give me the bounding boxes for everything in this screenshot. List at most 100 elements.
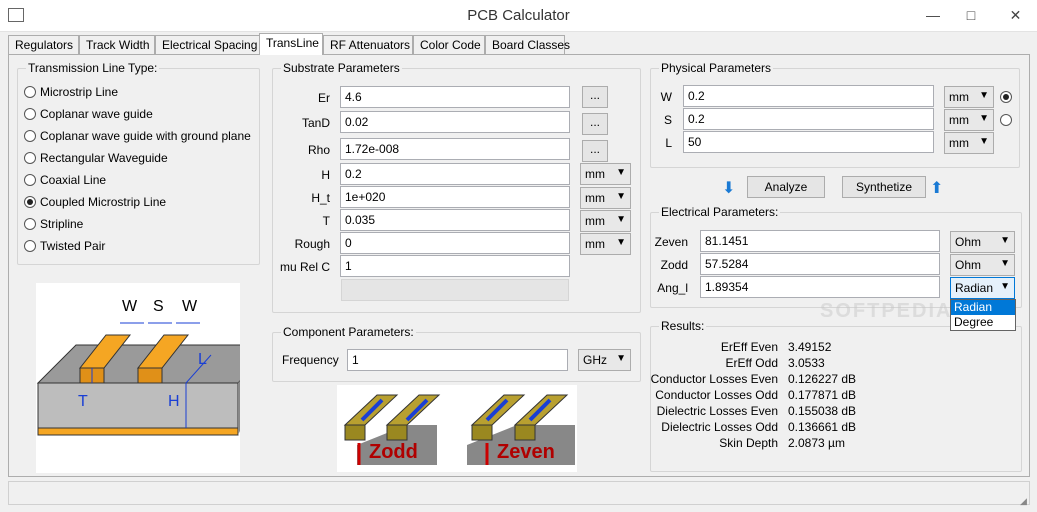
tab-electrical-spacing[interactable]: Electrical Spacing (155, 35, 261, 54)
radio-stripline[interactable]: Stripline (24, 217, 83, 235)
angl-label: Ang_l (657, 281, 688, 295)
title-bar: PCB Calculator — □ ✕ (0, 0, 1037, 32)
tab-color-code[interactable]: Color Code (413, 35, 485, 54)
zeven-label: Zeven (654, 235, 688, 249)
angl-unit-select[interactable]: Radian ▼ (950, 277, 1015, 299)
tab-rf-attenuators[interactable]: RF Attenuators (323, 35, 413, 54)
resize-grip-icon[interactable]: ◢ (1020, 496, 1027, 507)
tand-input[interactable]: 0.02 (340, 111, 570, 133)
label-w2: W (182, 298, 198, 315)
s-input[interactable]: 0.2 (683, 108, 934, 130)
chevron-down-icon: ▼ (1000, 281, 1010, 292)
er-label: Er (318, 91, 330, 105)
substrate-title: Substrate Parameters (281, 61, 402, 75)
t-unit-select[interactable]: mm ▼ (580, 210, 631, 232)
w-label: W (660, 90, 672, 104)
results-title: Results: (659, 319, 707, 333)
w-unit-select[interactable]: mm ▼ (944, 86, 994, 108)
result-value: 0.126227 dB (788, 372, 857, 386)
dropdown-option-degree[interactable]: Degree (951, 315, 1015, 330)
ht-label: H_t (311, 191, 330, 205)
s-unit-select[interactable]: mm ▼ (944, 109, 994, 131)
line-type-title: Transmission Line Type: (26, 61, 160, 75)
rough-input[interactable]: 0 (340, 232, 570, 254)
chevron-down-icon: ▼ (979, 136, 989, 147)
analyze-button[interactable]: Analyze (747, 176, 825, 198)
tab-regulators[interactable]: Regulators (8, 35, 79, 54)
rough-unit-select[interactable]: mm ▼ (580, 233, 631, 255)
chevron-down-icon: ▼ (616, 214, 626, 225)
h-input[interactable]: 0.2 (340, 163, 570, 185)
electrical-title: Electrical Parameters: (659, 205, 781, 219)
label-t: T (78, 393, 88, 410)
l-unit-select[interactable]: mm ▼ (944, 132, 994, 154)
tab-board-classes[interactable]: Board Classes (485, 35, 570, 54)
chevron-down-icon: ▼ (1000, 235, 1010, 246)
tand-label: TanD (301, 116, 330, 130)
result-value: 0.155038 dB (788, 404, 857, 418)
radio-coupled-microstrip[interactable]: Coupled Microstrip Line (24, 195, 166, 213)
result-label: Conductor Losses Odd (655, 388, 778, 402)
zodd-output[interactable]: 57.5284 (700, 253, 940, 275)
angl-output[interactable]: 1.89354 (700, 276, 940, 298)
arrow-down-icon: ⬇ (722, 180, 736, 197)
h-unit-select[interactable]: mm ▼ (580, 163, 631, 185)
close-button[interactable]: ✕ (994, 0, 1037, 30)
result-label: Skin Depth (719, 436, 778, 450)
w-input[interactable]: 0.2 (683, 85, 934, 107)
radio-twisted-pair[interactable]: Twisted Pair (24, 239, 105, 257)
zodd-unit-select[interactable]: Ohm ▼ (950, 254, 1015, 276)
minimize-button[interactable]: — (918, 0, 948, 30)
result-value: 0.136661 dB (788, 420, 857, 434)
l-label: L (665, 136, 672, 150)
zeven-output[interactable]: 81.1451 (700, 230, 940, 252)
coupled-microstrip-diagram: W S W T H L (36, 283, 278, 473)
zeven-caption: Zeven (497, 441, 555, 463)
murelc-input[interactable]: 1 (340, 255, 570, 277)
ht-unit-select[interactable]: mm ▼ (580, 187, 631, 209)
l-input[interactable]: 50 (683, 131, 934, 153)
ht-input[interactable]: 1e+020 (340, 186, 570, 208)
rho-browse-button[interactable]: ... (582, 140, 608, 162)
dropdown-option-radian[interactable]: Radian (951, 300, 1015, 315)
result-label: Dielectric Losses Even (656, 404, 778, 418)
label-h: H (168, 393, 180, 410)
frequency-input[interactable]: 1 (347, 349, 568, 371)
result-label: ErEff Odd (725, 356, 778, 370)
arrow-up-icon: ⬆ (930, 180, 944, 197)
er-input[interactable]: 4.6 (340, 86, 570, 108)
rho-input[interactable]: 1.72e-008 (340, 138, 570, 160)
radio-coaxial[interactable]: Coaxial Line (24, 173, 106, 191)
synthetize-button[interactable]: Synthetize (842, 176, 926, 198)
tand-browse-button[interactable]: ... (582, 113, 608, 135)
maximize-button[interactable]: □ (956, 0, 986, 30)
label-l: L (198, 351, 207, 368)
chevron-down-icon: ▼ (979, 90, 989, 101)
label-w1: W (122, 298, 138, 315)
result-value: 2.0873 µm (788, 436, 845, 450)
zodd-label: Zodd (660, 258, 688, 272)
frequency-unit-select[interactable]: GHz ▼ (578, 349, 631, 371)
er-browse-button[interactable]: ... (582, 86, 608, 108)
frequency-label: Frequency (282, 353, 339, 367)
result-value: 3.0533 (788, 356, 825, 370)
radio-coplanar[interactable]: Coplanar wave guide (24, 107, 153, 125)
chevron-down-icon: ▼ (616, 167, 626, 178)
zeven-unit-select[interactable]: Ohm ▼ (950, 231, 1015, 253)
tab-track-width[interactable]: Track Width (79, 35, 155, 54)
disabled-field (341, 279, 569, 301)
tab-transline[interactable]: TransLine (259, 33, 323, 55)
zodd-caption: Zodd (369, 441, 418, 463)
radio-coplanar-ground[interactable]: Coplanar wave guide with ground plane (24, 129, 251, 147)
t-input[interactable]: 0.035 (340, 209, 570, 231)
radio-fix-s[interactable] (1000, 113, 1016, 127)
chevron-down-icon: ▼ (1000, 258, 1010, 269)
microstrip-drawing (36, 322, 278, 436)
status-bar (8, 481, 1030, 505)
radio-rect-waveguide[interactable]: Rectangular Waveguide (24, 151, 168, 169)
angle-unit-dropdown: Radian Degree (950, 299, 1016, 331)
radio-fix-w[interactable] (1000, 90, 1016, 104)
rho-label: Rho (307, 143, 330, 157)
result-label: ErEff Even (720, 340, 778, 354)
radio-microstrip[interactable]: Microstrip Line (24, 85, 118, 103)
